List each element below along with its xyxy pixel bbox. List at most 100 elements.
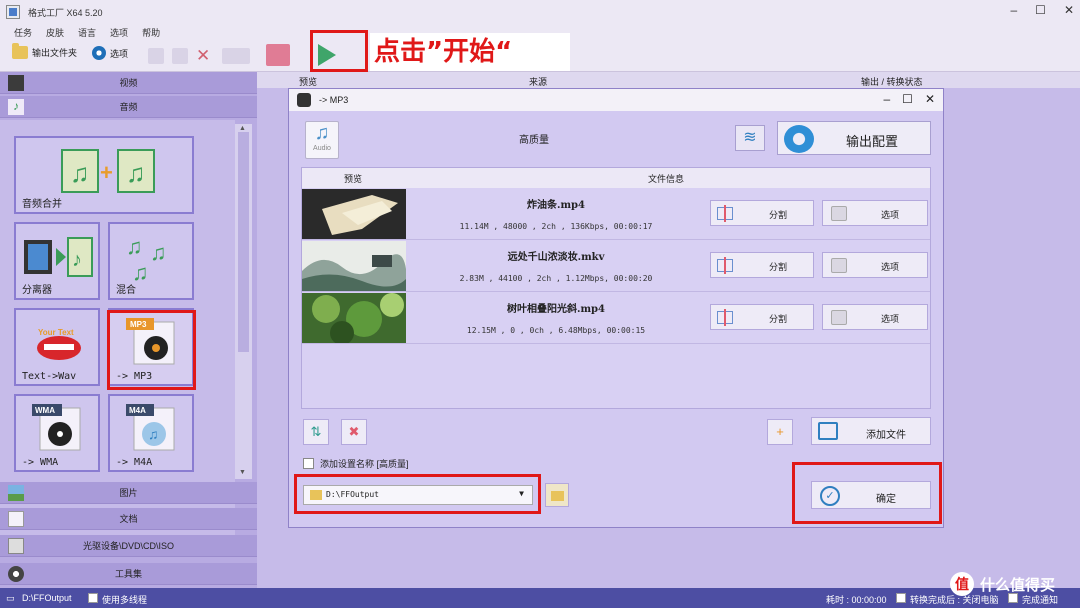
svg-text:♫: ♫ (150, 240, 167, 265)
svg-text:♫: ♫ (126, 234, 143, 259)
menu-task[interactable]: 任务 (14, 26, 32, 39)
thumbnail-image (302, 189, 406, 239)
menu-skin[interactable]: 皮肤 (46, 26, 64, 39)
file-options-button[interactable]: 选项 (822, 252, 928, 278)
clear-files-button[interactable]: ✖ (341, 419, 367, 445)
audio-icon: ♫ Audio (305, 121, 339, 159)
tile-to-wma[interactable]: WMA -> WMA (14, 394, 100, 472)
file-table: 预览 文件信息 炸油条.mp4 11.14M , 48000 , 2ch , 1… (301, 167, 931, 409)
status-path[interactable]: D:\FFOutput (22, 593, 72, 603)
music-note-icon: ♪ (8, 99, 24, 115)
audio-merge-icon: ♫ + ♫ (61, 149, 155, 193)
menu-help[interactable]: 帮助 (142, 26, 160, 39)
output-config-button[interactable]: 输出配置 (777, 121, 931, 155)
scroll-up-icon[interactable]: ▲ (239, 125, 246, 132)
close-icon[interactable]: ✕ (1064, 3, 1074, 17)
audio-settings-button[interactable]: ⇅ (303, 419, 329, 445)
layers-icon: ≋ (743, 129, 757, 146)
tile-to-wma-label: -> WMA (22, 457, 59, 468)
title-bar: 格式工厂 X64 5.20 – ☐ ✕ (0, 0, 1080, 24)
output-folder-label: 输出文件夹 (32, 48, 78, 58)
file-row[interactable]: 树叶相叠阳光斜.mp4 12.15M , 0 , 0ch , 6.48Mbps,… (302, 292, 930, 344)
split-icon (717, 205, 733, 222)
menu-options[interactable]: 选项 (110, 26, 128, 39)
window-controls: – ☐ ✕ (1010, 3, 1074, 17)
category-disc[interactable]: 光驱设备\DVD\CD\ISO (0, 535, 257, 557)
tile-splitter[interactable]: ♪ 分离器 (14, 222, 100, 300)
file-options-button[interactable]: 选项 (822, 304, 928, 330)
file-row[interactable]: 炸油条.mp4 11.14M , 48000 , 2ch , 136Kbps, … (302, 188, 930, 240)
category-toolbox-label: 工具集 (114, 569, 142, 579)
elapsed-time: 耗时 : 00:00:00 (826, 595, 887, 605)
dialog-minimize-icon[interactable]: – (883, 92, 890, 106)
file-info: 12.15M , 0 , 0ch , 6.48Mbps, 00:00:15 (466, 326, 646, 335)
category-video[interactable]: 视频 (0, 72, 257, 94)
tile-text-to-wav[interactable]: Your Text Text->Wav (14, 308, 100, 386)
dialog-maximize-icon[interactable]: ☐ (902, 92, 913, 106)
film-icon (8, 75, 24, 91)
path-highlight-box (294, 474, 541, 514)
disabled-tool-icon[interactable] (222, 48, 250, 64)
picture-icon (8, 485, 24, 501)
move-icon[interactable] (172, 48, 188, 64)
left-scroll-thumb[interactable] (238, 132, 249, 352)
svg-text:♫: ♫ (132, 260, 149, 282)
add-setting-name-checkbox[interactable] (303, 458, 314, 469)
category-image[interactable]: 图片 (0, 482, 257, 504)
add-file-button[interactable]: 添加文件 (811, 417, 931, 445)
output-folder-button[interactable]: 输出文件夹 (12, 43, 78, 59)
folder-icon (12, 43, 28, 59)
splitter-icon: ♪ (24, 237, 93, 277)
maximize-icon[interactable]: ☐ (1035, 3, 1046, 17)
watermark: 值 什么值得买 (950, 570, 1074, 598)
split-button[interactable]: 分割 (710, 200, 814, 226)
delete-icon: ✖ (348, 424, 360, 439)
add-folder-button[interactable]: + (767, 419, 793, 445)
multithread-checkbox[interactable] (88, 593, 98, 603)
category-document[interactable]: 文档 (0, 508, 257, 530)
status-bar: ▭ D:\FFOutput 使用多线程 耗时 : 00:00:00 转换完成后 … (0, 588, 1080, 608)
add-setting-name-row[interactable]: 添加设置名称 [高质量] (303, 457, 409, 470)
category-toolbox[interactable]: 工具集 (0, 563, 257, 585)
remove-task-icon[interactable] (148, 48, 164, 64)
category-audio[interactable]: ♪ 音频 (0, 96, 257, 118)
dialog-close-icon[interactable]: ✕ (925, 92, 935, 106)
browse-folder-button[interactable] (545, 483, 569, 507)
tile-audio-merge[interactable]: ♫ + ♫ 音频合并 (14, 136, 194, 214)
stop-button[interactable] (266, 44, 290, 66)
tile-to-m4a[interactable]: M4A ♫ -> M4A (108, 394, 194, 472)
file-options-button[interactable]: 选项 (822, 200, 928, 226)
split-button[interactable]: 分割 (710, 252, 814, 278)
tile-mix[interactable]: ♫ ♫ ♫ 混合 (108, 222, 194, 300)
toolbox-icon (8, 566, 24, 582)
mp3-highlight-box (107, 310, 196, 390)
file-name: 树叶相叠阳光斜.mp4 (506, 304, 605, 315)
file-row[interactable]: 远处千山浓淡妆.mkv 2.83M , 44100 , 2ch , 1.12Mb… (302, 240, 930, 292)
file-options-label: 选项 (881, 210, 900, 220)
file-name: 远处千山浓淡妆.mkv (507, 252, 605, 263)
category-video-label: 视频 (119, 78, 138, 88)
svg-text:♫: ♫ (126, 158, 146, 188)
annotation-label: 点击”开始“ (370, 33, 570, 71)
layers-button[interactable]: ≋ (735, 125, 765, 151)
options-button[interactable]: 选项 (92, 46, 128, 60)
disc-drive-icon (8, 538, 24, 554)
menu-language[interactable]: 语言 (78, 26, 96, 39)
add-setting-name-label: 添加设置名称 [高质量] (320, 459, 409, 469)
scroll-down-icon[interactable]: ▼ (239, 469, 246, 476)
status-folder-icon: ▭ (6, 593, 15, 603)
window-title: 格式工厂 X64 5.20 (28, 7, 103, 18)
m4a-icon: M4A ♫ (126, 404, 175, 451)
tile-audio-merge-label: 音频合并 (22, 199, 62, 210)
m4a-badge: M4A (129, 406, 146, 415)
after-convert-checkbox[interactable] (896, 593, 906, 603)
clear-list-icon[interactable]: ✕ (196, 46, 210, 66)
minimize-icon[interactable]: – (1010, 3, 1017, 17)
wma-badge: WMA (35, 406, 55, 415)
category-image-label: 图片 (119, 488, 138, 498)
watermark-logo-icon: 值 (950, 572, 974, 596)
svg-text:♫: ♫ (148, 426, 159, 442)
category-disc-label: 光驱设备\DVD\CD\ISO (82, 541, 174, 551)
svg-text:+: + (100, 160, 113, 185)
split-button[interactable]: 分割 (710, 304, 814, 330)
